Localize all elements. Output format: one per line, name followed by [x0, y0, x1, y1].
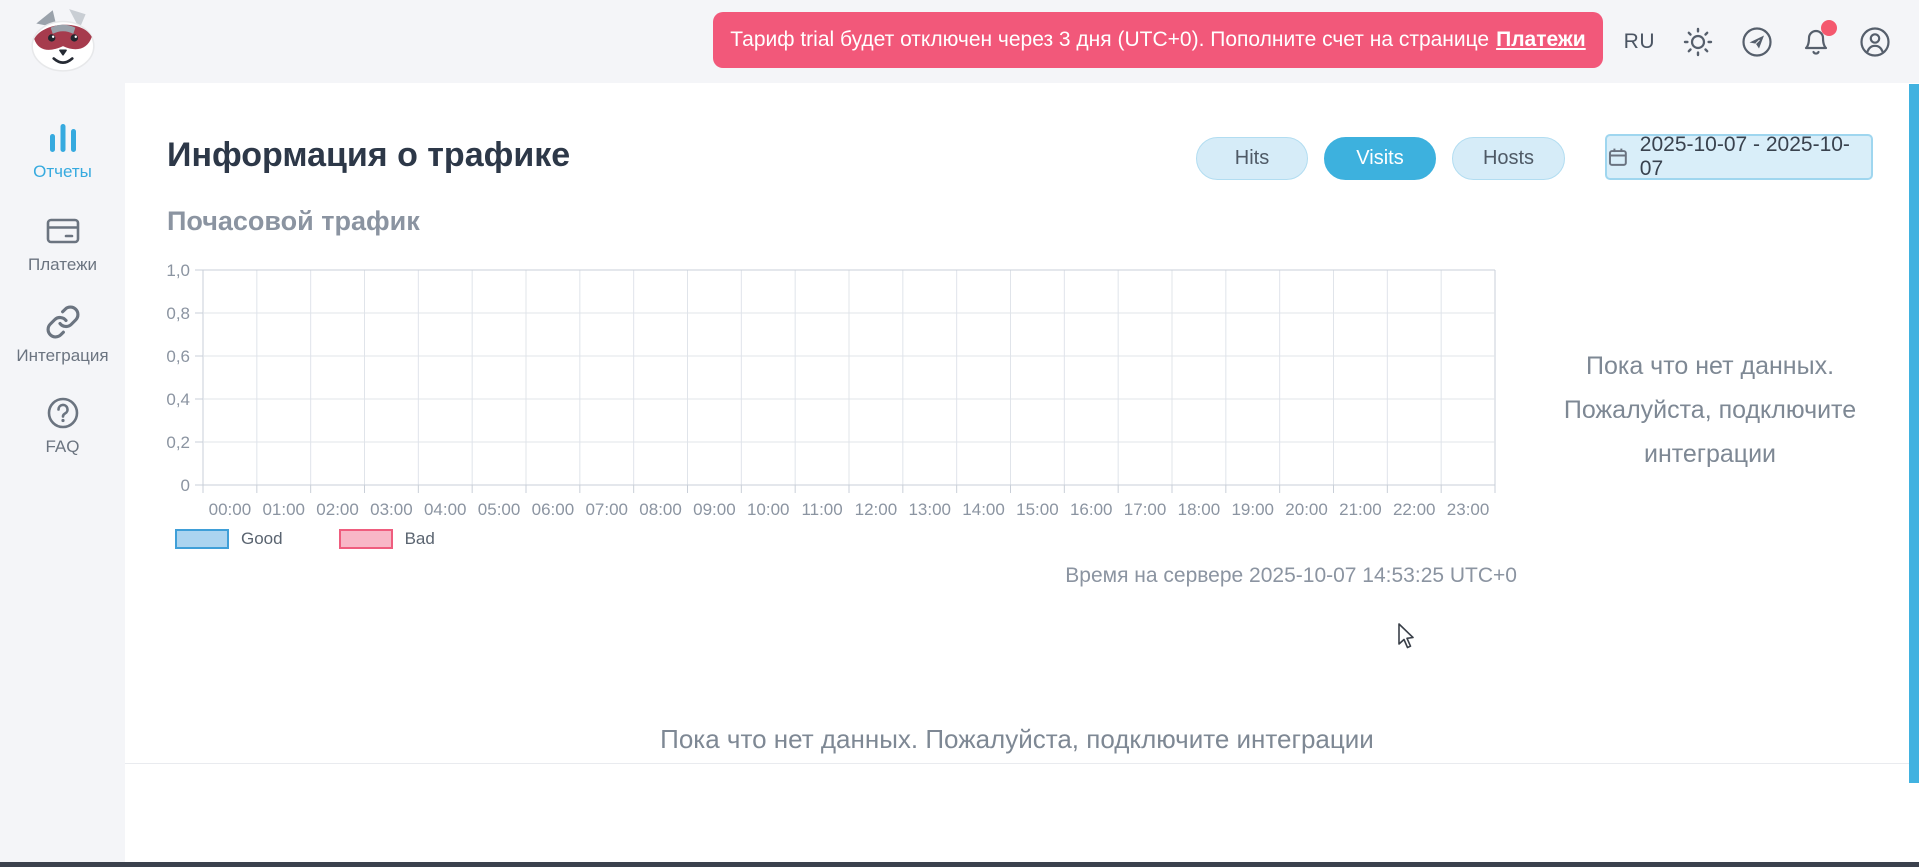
date-range-picker[interactable]: 2025-10-07 - 2025-10-07	[1605, 134, 1873, 180]
question-circle-icon	[45, 395, 81, 431]
svg-text:18:00: 18:00	[1178, 500, 1221, 519]
legend-label: Good	[241, 529, 283, 549]
telegram-icon[interactable]	[1741, 26, 1773, 58]
svg-text:11:00: 11:00	[801, 500, 842, 519]
svg-text:15:00: 15:00	[1016, 500, 1059, 519]
svg-text:23:00: 23:00	[1447, 500, 1490, 519]
svg-text:05:00: 05:00	[478, 500, 521, 519]
sidebar-item-reports[interactable]: Отчеты	[0, 120, 125, 182]
no-data-message-footer: Пока что нет данных. Пожалуйста, подключ…	[125, 724, 1909, 755]
server-time: Время на сервере 2025-10-07 14:53:25 UTC…	[1065, 564, 1517, 588]
hourly-traffic-chart: 0 0,2 0,4 0,6 0,8 1,0 00:00 01:00 02:00 03:00 04:0…	[160, 253, 1520, 523]
no-data-line: Пожалуйста, подключите	[1520, 388, 1900, 432]
header-controls: RU	[1624, 0, 1891, 83]
svg-text:01:00: 01:00	[262, 500, 305, 519]
legend-label: Bad	[405, 529, 435, 549]
page-title: Информация о трафике	[167, 136, 570, 175]
svg-text:00:00: 00:00	[209, 500, 252, 519]
no-data-line: Пока что нет данных.	[1520, 344, 1900, 388]
svg-text:0: 0	[181, 476, 190, 495]
svg-text:09:00: 09:00	[693, 500, 736, 519]
no-data-line: интеграции	[1520, 432, 1900, 476]
notifications-button[interactable]	[1800, 26, 1832, 58]
mouse-cursor	[1395, 622, 1417, 652]
calendar-icon	[1607, 146, 1629, 168]
svg-text:08:00: 08:00	[639, 500, 682, 519]
sidebar-item-label: FAQ	[0, 437, 125, 457]
svg-text:0,4: 0,4	[166, 390, 190, 409]
tab-hits[interactable]: Hits	[1196, 137, 1308, 180]
banner-text: Тариф trial будет отключен через 3 дня (…	[730, 28, 1489, 52]
svg-text:04:00: 04:00	[424, 500, 467, 519]
window-bottom-bar	[0, 862, 1919, 867]
svg-text:16:00: 16:00	[1070, 500, 1113, 519]
svg-text:22:00: 22:00	[1393, 500, 1436, 519]
svg-text:1,0: 1,0	[166, 261, 190, 280]
svg-text:0,2: 0,2	[166, 433, 190, 452]
svg-text:0,8: 0,8	[166, 304, 190, 323]
bar-chart-icon	[45, 120, 81, 156]
svg-text:12:00: 12:00	[855, 500, 898, 519]
date-range-value: 2025-10-07 - 2025-10-07	[1640, 133, 1871, 181]
sidebar-item-faq[interactable]: FAQ	[0, 395, 125, 457]
legend-swatch	[175, 529, 229, 549]
svg-text:14:00: 14:00	[962, 500, 1005, 519]
svg-text:20:00: 20:00	[1285, 500, 1328, 519]
trial-warning-banner: Тариф trial будет отключен через 3 дня (…	[713, 12, 1603, 68]
sidebar-item-label: Интеграция	[0, 346, 125, 366]
svg-text:19:00: 19:00	[1231, 500, 1274, 519]
svg-text:21:00: 21:00	[1339, 500, 1382, 519]
sidebar: Отчеты Платежи Интеграция FAQ	[0, 83, 125, 862]
svg-text:10:00: 10:00	[747, 500, 790, 519]
svg-text:07:00: 07:00	[585, 500, 628, 519]
no-data-message-panel: Пока что нет данных. Пожалуйста, подключ…	[1520, 344, 1900, 476]
svg-text:13:00: 13:00	[908, 500, 951, 519]
raccoon-logo[interactable]	[26, 6, 100, 74]
content-divider	[125, 763, 1919, 764]
legend-item-good: Good	[175, 529, 283, 549]
account-icon[interactable]	[1859, 26, 1891, 58]
payments-link[interactable]: Платежи	[1496, 28, 1586, 52]
svg-text:03:00: 03:00	[370, 500, 413, 519]
svg-text:17:00: 17:00	[1124, 500, 1167, 519]
sidebar-item-payments[interactable]: Платежи	[0, 213, 125, 275]
sidebar-item-label: Отчеты	[0, 162, 125, 182]
legend-swatch	[339, 529, 393, 549]
chart-legend: Good Bad	[175, 529, 435, 549]
sidebar-item-integration[interactable]: Интеграция	[0, 304, 125, 366]
section-title: Почасовой трафик	[167, 206, 420, 237]
sidebar-item-label: Платежи	[0, 255, 125, 275]
svg-text:06:00: 06:00	[532, 500, 575, 519]
header: Тариф trial будет отключен через 3 дня (…	[0, 0, 1919, 83]
tab-visits[interactable]: Visits	[1324, 137, 1436, 180]
notification-badge	[1821, 20, 1837, 36]
sun-theme-toggle-icon[interactable]	[1682, 26, 1714, 58]
svg-text:02:00: 02:00	[316, 500, 359, 519]
link-icon	[45, 304, 81, 340]
language-selector[interactable]: RU	[1624, 30, 1655, 54]
vertical-scrollbar-thumb[interactable]	[1909, 84, 1919, 783]
svg-text:0,6: 0,6	[166, 347, 190, 366]
legend-item-bad: Bad	[339, 529, 435, 549]
credit-card-icon	[45, 213, 81, 249]
tab-hosts[interactable]: Hosts	[1452, 137, 1565, 180]
traffic-dashboard-page: { "header": { "banner": { "text": "Тариф…	[0, 0, 1919, 867]
